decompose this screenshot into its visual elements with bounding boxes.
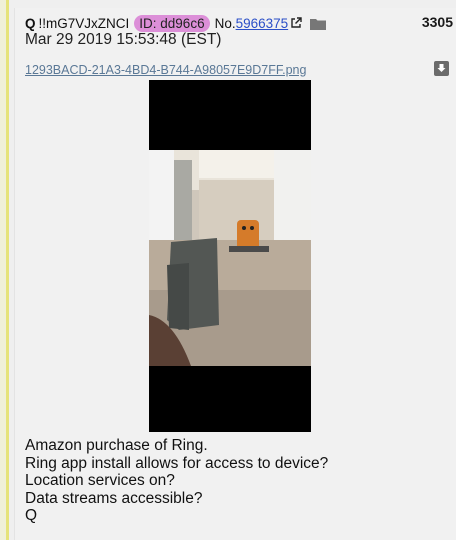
post-message: Amazon purchase of Ring. Ring app instal… <box>25 437 328 525</box>
poster-name: Q <box>25 15 36 31</box>
thread-accent-bar <box>6 0 9 540</box>
message-line: Location services on? <box>25 472 175 489</box>
message-signature: Q <box>25 507 38 524</box>
post-date: Mar 29 2019 15:53:48 (EST) <box>25 31 222 48</box>
lobby-photo <box>149 80 311 432</box>
message-line: Amazon purchase of Ring. <box>25 437 208 454</box>
message-line: Ring app install allows for access to de… <box>25 454 329 472</box>
post-number-link[interactable]: 5966375 <box>236 16 289 31</box>
download-icon[interactable] <box>434 61 449 76</box>
folder-icon[interactable] <box>310 17 327 30</box>
message-line: Data streams accessible? <box>25 489 203 507</box>
attachment-filename-link[interactable]: 1293BACD-21A3-4BD4-B744-A98057E9D7FF.png <box>25 63 306 77</box>
post-container: Q !!mG7VJxZNCI ID: dd96c6 No. 5966375 33… <box>14 8 456 540</box>
reply-count: 3305 <box>421 14 453 30</box>
external-link-icon[interactable] <box>290 17 302 29</box>
poster-id-badge[interactable]: ID: dd96c6 <box>134 14 210 32</box>
attachment-image[interactable] <box>149 80 311 432</box>
post-header: Q !!mG7VJxZNCI ID: dd96c6 No. 5966375 <box>25 14 327 32</box>
post-number-label: No. <box>214 15 236 31</box>
tripcode: !!mG7VJxZNCI <box>38 15 130 31</box>
